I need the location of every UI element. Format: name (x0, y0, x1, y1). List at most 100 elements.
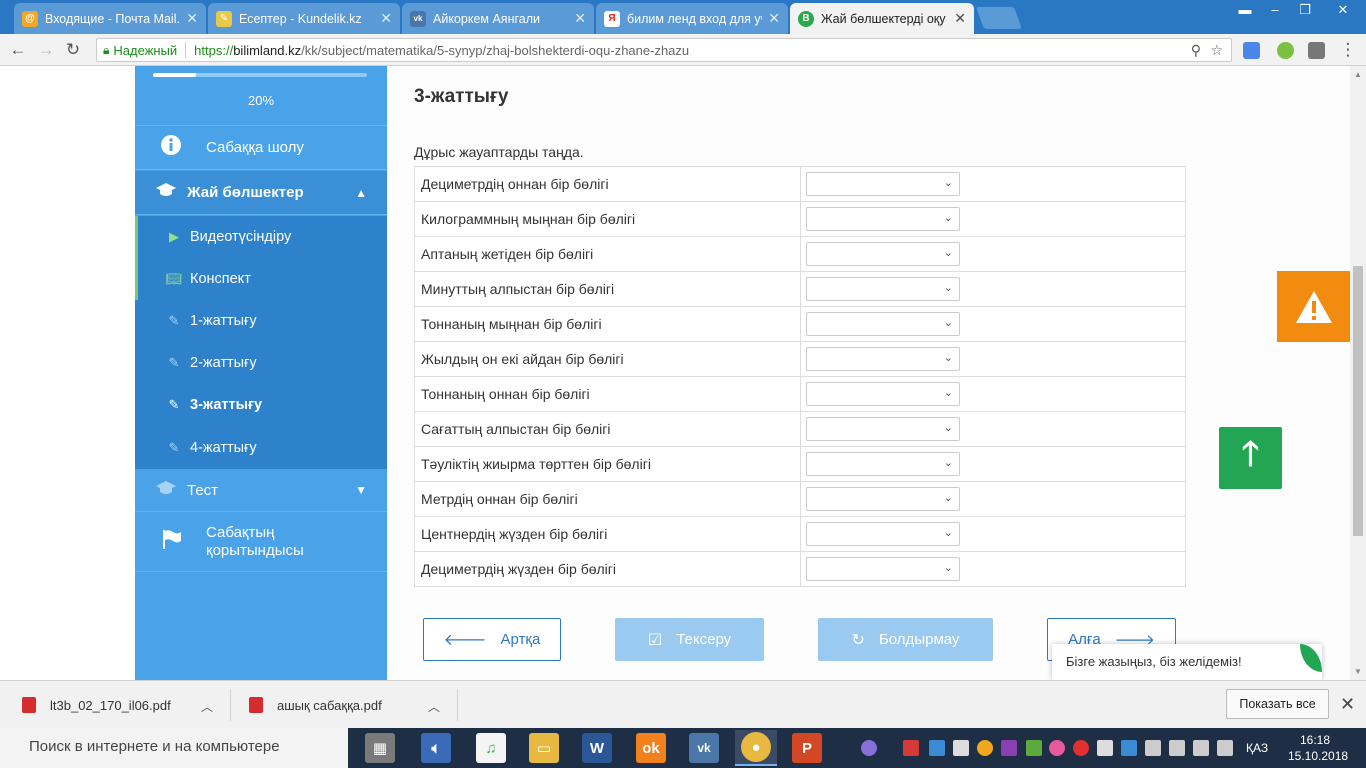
sidebar-item-exercise-2[interactable]: ✎ 2-жаттығу (135, 342, 387, 384)
answer-select[interactable]: ⌄ (806, 242, 960, 266)
answer-cell: ⌄ (800, 411, 1186, 447)
user-icon[interactable]: ▬ (1230, 0, 1260, 22)
battery-icon[interactable] (1193, 740, 1209, 756)
tray-app-icon[interactable] (1049, 740, 1065, 756)
tray-app-icon[interactable] (929, 740, 945, 756)
microphone-icon[interactable] (861, 740, 877, 756)
page-scrollbar[interactable]: ▲ ▼ (1350, 66, 1366, 680)
answer-select[interactable]: ⌄ (806, 172, 960, 196)
menu-icon[interactable]: ⋮ (1338, 40, 1358, 60)
answer-select[interactable]: ⌄ (806, 312, 960, 336)
progress-fill (153, 73, 196, 77)
scroll-down-arrow-icon[interactable]: ▼ (1354, 667, 1362, 676)
sidebar-item-exercise-1[interactable]: ✎ 1-жаттығу (135, 300, 387, 342)
download-item-2[interactable]: ашық сабаққа.pdf (249, 687, 382, 723)
taskbar-app-powerpoint[interactable]: P (786, 730, 828, 766)
clock-date[interactable]: 15.10.2018 (1288, 749, 1348, 763)
minimize-icon[interactable]: – (1260, 0, 1290, 22)
taskbar-app-volume[interactable]: 🔈︎ (415, 730, 457, 766)
flag-icon[interactable] (1097, 740, 1113, 756)
scrollbar-thumb[interactable] (1353, 266, 1363, 536)
torrent-icon[interactable] (1026, 740, 1042, 756)
browser-tab-vk[interactable]: vk Айкоркем Аянгали ✕ (402, 3, 594, 34)
close-icon[interactable]: ✕ (380, 10, 392, 27)
taskbar-app-chrome[interactable]: ● (735, 730, 777, 766)
sidebar-item-test[interactable]: Тест ▼ (135, 469, 387, 512)
sidebar-section-fractions[interactable]: Жай бөлшектер ▲ (135, 171, 387, 215)
sidebar-item-notes[interactable]: 📖︎ Конспект (135, 258, 387, 300)
answer-select[interactable]: ⌄ (806, 557, 960, 581)
close-icon[interactable]: ✕ (186, 10, 198, 27)
browser-tab-kundelik[interactable]: ✎ Есептер - Kundelik.kz ✕ (208, 3, 400, 34)
show-all-downloads-button[interactable]: Показать все (1226, 689, 1329, 719)
language-indicator[interactable]: ҚАЗ (1246, 741, 1268, 755)
sidebar-item-overview[interactable]: Сабаққа шолу (135, 126, 387, 170)
taskbar-app-explorer[interactable]: ▭ (523, 730, 565, 766)
tray-app-icon[interactable] (953, 740, 969, 756)
scroll-top-button[interactable]: 🡑 (1219, 427, 1282, 489)
volume-icon[interactable] (1169, 740, 1185, 756)
sidebar-item-exercise-3[interactable]: ✎ 3-жаттығу (135, 384, 387, 426)
sidebar-item-exercise-4[interactable]: ✎ 4-жаттығу (135, 426, 387, 469)
answer-select[interactable]: ⌄ (806, 522, 960, 546)
sidebar-item-summary[interactable]: Сабақтың қорытындысы (135, 512, 387, 572)
download-item-1[interactable]: lt3b_02_170_il06.pdf (22, 687, 171, 723)
back-arrow-icon[interactable]: ← (8, 40, 28, 60)
notification-icon[interactable] (1217, 740, 1233, 756)
pdf-icon (249, 697, 263, 713)
browser-tab-mail[interactable]: @ Входящие - Почта Mail.R ✕ (14, 3, 206, 34)
cast-icon[interactable] (1308, 42, 1325, 59)
taskbar-app-music[interactable]: ♫ (470, 730, 512, 766)
browser-tab-bilimland[interactable]: B Жай бөлшектерді оқу ж ✕ (790, 3, 974, 34)
close-window-icon[interactable]: ✕ (1328, 0, 1358, 22)
tray-app-icon[interactable] (903, 740, 919, 756)
question-text: Дециметрдің жүзден бір бөлігі (414, 551, 801, 587)
answer-select[interactable]: ⌄ (806, 452, 960, 476)
network-icon[interactable] (1145, 740, 1161, 756)
answer-select[interactable]: ⌄ (806, 207, 960, 231)
taskbar-app-task-view[interactable]: ▦ (359, 730, 401, 766)
address-bar[interactable]: 🔒︎ Надежный https:// bilimland.kz /kk/su… (96, 38, 1232, 62)
arrow-left-icon: 🡐 (443, 632, 487, 649)
bilimland-icon: B (798, 10, 814, 27)
bookmark-star-icon[interactable]: ☆ (1210, 42, 1223, 59)
close-icon[interactable]: ✕ (768, 10, 780, 27)
close-icon[interactable]: ✕ (1340, 694, 1355, 715)
forward-arrow-icon[interactable]: → (36, 40, 56, 60)
answer-select[interactable]: ⌄ (806, 417, 960, 441)
secure-label: Надежный (113, 42, 178, 58)
close-icon[interactable]: ✕ (574, 10, 586, 27)
taskbar-app-word[interactable]: W (576, 730, 618, 766)
chevron-down-icon: ⌄ (943, 212, 953, 224)
taskbar-search-input[interactable]: Поиск в интернете и на компьютере (0, 728, 348, 768)
tray-app-icon[interactable] (977, 740, 993, 756)
chat-widget[interactable]: Бізге жазыңыз, біз желідеміз! (1052, 644, 1322, 680)
sidebar-item-video[interactable]: ▶ Видеотүсіндіру (135, 216, 387, 258)
onenote-icon[interactable] (1001, 740, 1017, 756)
answer-select[interactable]: ⌄ (806, 487, 960, 511)
chevron-up-icon[interactable]: ︿ (428, 698, 440, 715)
translate-icon[interactable] (1243, 42, 1260, 59)
tray-app-icon[interactable] (1073, 740, 1089, 756)
zoom-icon[interactable]: ⚲ (1191, 42, 1201, 59)
restore-icon[interactable]: ❐ (1290, 0, 1320, 22)
reset-button[interactable]: ↻ Болдырмау (818, 618, 993, 661)
extension-icon[interactable] (1277, 42, 1294, 59)
answer-cell: ⌄ (800, 481, 1186, 517)
report-warning-button[interactable] (1277, 271, 1350, 342)
new-tab-button[interactable] (975, 7, 1023, 29)
check-button[interactable]: ☑ Тексеру (615, 618, 764, 661)
bluetooth-icon[interactable] (1121, 740, 1137, 756)
scroll-up-arrow-icon[interactable]: ▲ (1354, 70, 1362, 79)
back-button[interactable]: 🡐 Артқа (423, 618, 561, 661)
reload-icon[interactable]: ↻ (63, 40, 83, 60)
close-icon[interactable]: ✕ (954, 10, 966, 27)
answer-select[interactable]: ⌄ (806, 382, 960, 406)
clock-time[interactable]: 16:18 (1300, 733, 1330, 747)
answer-select[interactable]: ⌄ (806, 277, 960, 301)
answer-select[interactable]: ⌄ (806, 347, 960, 371)
chevron-up-icon[interactable]: ︿ (201, 698, 213, 715)
taskbar-app-odnoklassniki[interactable]: ok (630, 730, 672, 766)
browser-tab-yandex[interactable]: Я билим ленд вход для уч ✕ (596, 3, 788, 34)
taskbar-app-vk[interactable]: vk (683, 730, 725, 766)
